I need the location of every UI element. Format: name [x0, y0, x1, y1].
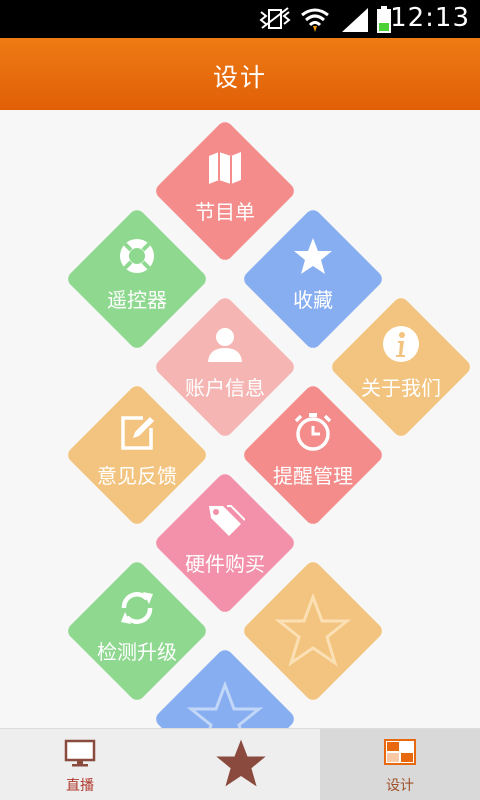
info-icon — [383, 326, 419, 362]
page-title: 设计 — [212, 63, 267, 92]
menu-grid: 节目单 遥控器 收藏 账户信息 关于我们 意见反馈 提醒管理 硬件购买 检测升级 — [0, 110, 480, 728]
map-icon — [209, 152, 241, 184]
tab-label: 直播 — [66, 778, 94, 794]
lifebuoy-icon — [120, 239, 154, 273]
star-icon — [216, 739, 266, 787]
signal-icon — [342, 8, 368, 32]
refresh-icon — [121, 592, 153, 624]
tab-label: 设计 — [386, 778, 414, 794]
edit-icon — [121, 416, 154, 450]
user-icon — [208, 328, 242, 362]
star-icon — [294, 238, 332, 274]
grid-icon — [384, 739, 416, 765]
tv-icon — [64, 739, 96, 767]
price-tag-icon — [209, 505, 245, 536]
alarm-clock-icon — [294, 413, 332, 451]
bottom-tab-bar: 直播 设计 — [0, 728, 480, 800]
tile-empty-slot[interactable] — [152, 646, 298, 728]
clock: 12:13 — [390, 3, 470, 33]
star-outline-icon — [186, 680, 264, 728]
muted-vibrate-icon — [259, 7, 291, 29]
tab-favorites[interactable] — [160, 729, 320, 800]
tab-live[interactable]: 直播 — [0, 729, 160, 800]
app-header: 设计 — [0, 38, 480, 110]
wifi-icon — [301, 8, 329, 32]
tab-design[interactable]: 设计 — [320, 729, 480, 800]
status-bar: 12:13 — [0, 0, 480, 38]
